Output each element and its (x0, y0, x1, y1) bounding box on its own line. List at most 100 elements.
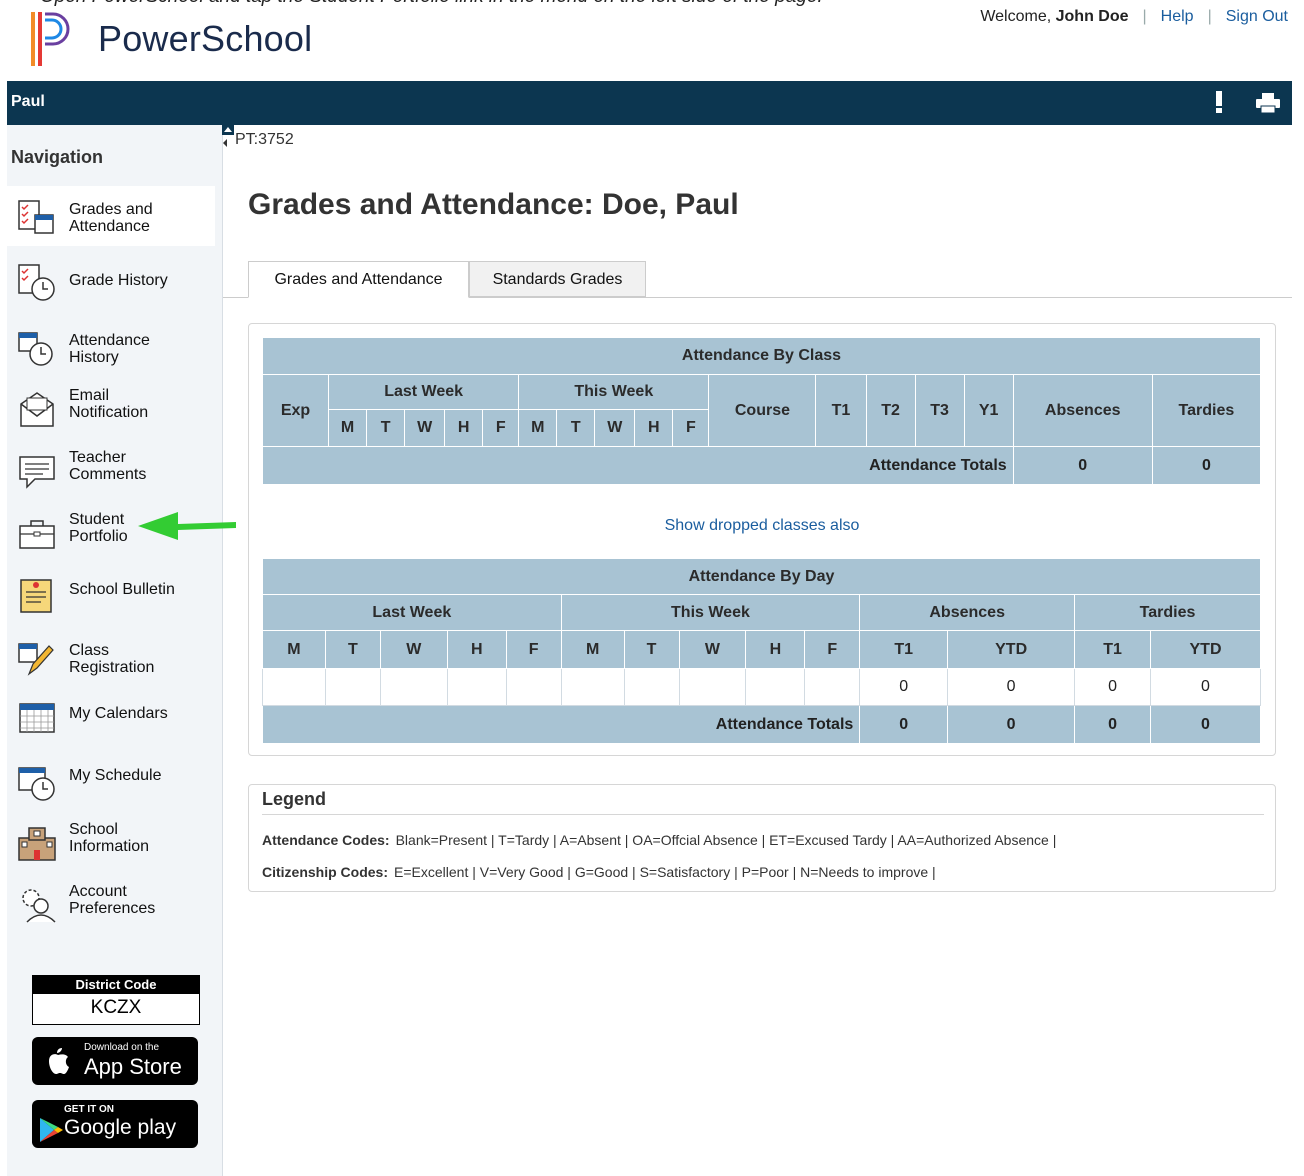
sub-header: T1 (859, 630, 949, 669)
day-header: H (446, 630, 507, 669)
nav-label: My Schedule (69, 767, 162, 784)
nav-label: Grades and Attendance (69, 201, 153, 235)
day-cell (745, 668, 806, 706)
page-title: Grades and Attendance: Doe, Paul (248, 188, 739, 221)
day-header: H (444, 409, 484, 447)
nav-school-information[interactable]: School Information (7, 812, 215, 872)
apple-icon (49, 1048, 69, 1074)
separator: | (1142, 8, 1147, 25)
google-play-big: Google play (64, 1116, 177, 1139)
class-total-tardies: 0 (1151, 446, 1262, 485)
day-cell (678, 668, 747, 706)
district-code-box: District Code KCZX (32, 975, 200, 1025)
nav-class-registration[interactable]: Class Registration (7, 626, 215, 686)
day-cell (379, 668, 448, 706)
navigation-title: Navigation (11, 147, 104, 167)
sidebar: Navigation Grades and Attendance Grade Hi… (7, 125, 223, 1176)
day-header: F (505, 630, 562, 669)
nav-email-notification[interactable]: Email Notification (7, 378, 215, 438)
citizenship-codes-row: Citizenship Codes: E=Excellent | V=Very G… (262, 864, 936, 880)
printer-icon[interactable] (1256, 93, 1280, 113)
app-store-small: Download on the (84, 1042, 160, 1053)
day-last-week-header: Last Week (262, 594, 562, 631)
tardies-t1-cell: 0 (1074, 668, 1151, 706)
powerschool-logo[interactable]: PowerSchool (28, 10, 368, 68)
this-week-header: This Week (518, 374, 710, 410)
app-store-badge[interactable]: Download on the App Store (32, 1037, 198, 1085)
sign-out-link[interactable]: Sign Out (1226, 8, 1288, 26)
legend-title: Legend (262, 789, 327, 809)
nav-label: Teacher Comments (69, 449, 147, 483)
collapse-sidebar-icon[interactable] (222, 123, 234, 149)
app-store-big: App Store (84, 1054, 182, 1079)
day-cell (446, 668, 507, 706)
total-absences-t1: 0 (859, 705, 949, 744)
green-arrow-icon (138, 512, 236, 540)
district-code-value: KCZX (90, 997, 142, 1018)
day-header: F (672, 409, 710, 447)
total-tardies-ytd: 0 (1150, 705, 1261, 744)
exp-header: Exp (261, 374, 330, 447)
nav-grade-history[interactable]: Grade History (7, 250, 215, 310)
class-table-title: Attendance By Class (262, 337, 1261, 375)
day-header: F (804, 630, 861, 669)
day-this-week-header: This Week (560, 594, 861, 631)
legend-box: Legend Attendance Codes: Blank=Present | … (248, 784, 1276, 892)
tab-grades-and-attendance[interactable]: Grades and Attendance (248, 261, 469, 298)
tab-bar: Grades and Attendance Standards Grades (223, 261, 1292, 298)
briefcase-icon (19, 520, 55, 549)
grades-attendance-icon (18, 200, 54, 234)
welcome-label: Welcome, (980, 8, 1052, 25)
day-table-title: Attendance By Day (262, 558, 1261, 595)
alert-icon[interactable] (1216, 91, 1222, 113)
total-tardies-t1: 0 (1074, 705, 1151, 744)
top-links: Welcome, John Doe | Help | Sign Out (980, 8, 1288, 26)
attendance-codes-label: Attendance Codes: (262, 832, 390, 848)
sub-header: YTD (1150, 630, 1261, 669)
sub-header: YTD (947, 630, 1076, 669)
nav-attendance-history[interactable]: Attendance History (7, 316, 215, 376)
attendance-by-class-table: Attendance By Class Exp Last Week This W… (261, 337, 1262, 485)
tardies-ytd-cell: 0 (1150, 668, 1261, 706)
day-header: W (678, 630, 747, 669)
nav-teacher-comments[interactable]: Teacher Comments (7, 440, 215, 500)
attendance-codes: Blank=Present | T=Tardy | A=Absent | OA=… (395, 832, 1057, 848)
nav-my-calendars[interactable]: My Calendars (7, 688, 215, 748)
day-cell (804, 668, 861, 706)
nav-school-bulletin[interactable]: School Bulletin (7, 564, 215, 624)
student-name[interactable]: Paul (11, 93, 45, 111)
show-dropped-classes-link[interactable]: Show dropped classes also (249, 517, 1275, 535)
nav-grades-and-attendance[interactable]: Grades and Attendance (7, 186, 215, 246)
day-header: M (328, 409, 368, 447)
app-name: PowerSchool (98, 18, 313, 59)
course-header: Course (708, 374, 817, 447)
day-header: W (404, 409, 446, 447)
tab-standards-grades[interactable]: Standards Grades (469, 261, 646, 297)
google-play-icon (40, 1118, 63, 1142)
calendar-icon (19, 703, 55, 733)
nav-label: School Information (69, 821, 150, 855)
total-absences-ytd: 0 (947, 705, 1076, 744)
pt-label: PT:3752 (235, 131, 294, 148)
schedule-icon (18, 767, 55, 801)
nav-label: Grade History (69, 272, 168, 289)
envelope-icon (20, 392, 54, 427)
day-header: H (745, 630, 806, 669)
google-play-badge[interactable]: GET IT ON Google play (32, 1100, 198, 1148)
attendance-codes-row: Attendance Codes: Blank=Present | T=Tardy… (262, 832, 1056, 848)
y1-header: Y1 (963, 374, 1014, 447)
absences-ytd-cell: 0 (947, 668, 1076, 706)
day-header: M (262, 630, 326, 669)
table-row: 0 0 0 0 (262, 668, 1261, 706)
help-link[interactable]: Help (1161, 8, 1194, 26)
day-header: M (560, 630, 625, 669)
citizenship-codes: E=Excellent | V=Very Good | G=Good | S=S… (394, 864, 936, 880)
day-tardies-header: Tardies (1074, 594, 1261, 631)
district-code-label: District Code (33, 976, 199, 994)
class-total-absences: 0 (1012, 446, 1153, 485)
nav-my-schedule[interactable]: My Schedule (7, 750, 215, 810)
day-header: H (634, 409, 674, 447)
day-header: M (518, 409, 558, 447)
nav-account-preferences[interactable]: Account Preferences (7, 874, 215, 934)
powerschool-logo-icon (31, 12, 70, 66)
